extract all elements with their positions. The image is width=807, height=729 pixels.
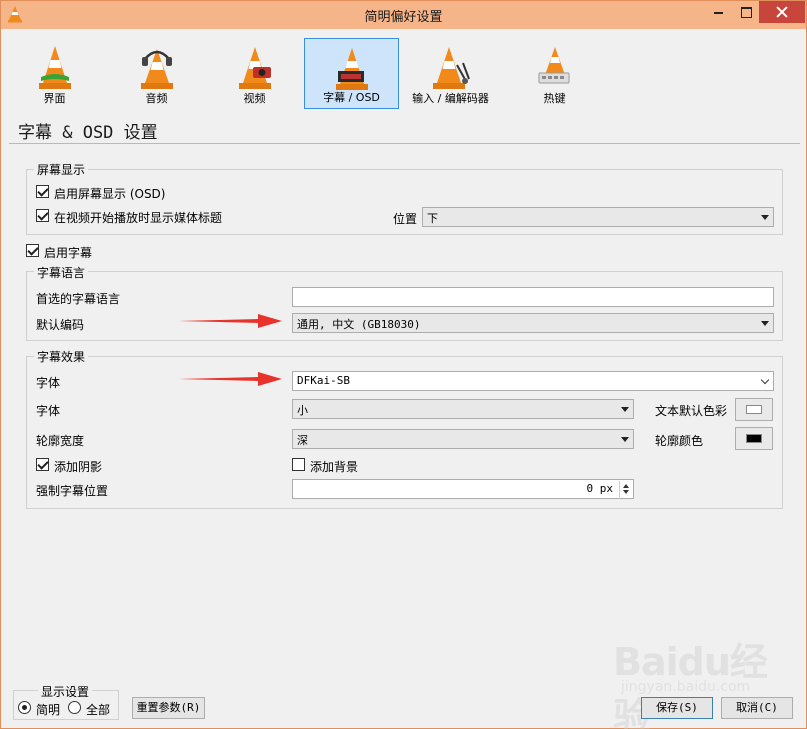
text-color-button[interactable] xyxy=(735,398,773,421)
enable-osd-checkbox[interactable] xyxy=(36,185,49,198)
show-title-checkbox[interactable] xyxy=(36,209,49,222)
add-shadow-checkbox[interactable] xyxy=(36,458,49,471)
preferences-window: 简明偏好设置 界面 音频 视频 字幕 / OSD 输入 / 编解码器 热键 字幕… xyxy=(0,0,807,729)
subtitle-effects-title: 字幕效果 xyxy=(34,348,89,365)
section-divider xyxy=(9,143,800,144)
enable-osd-label: 启用屏幕显示 (OSD) xyxy=(54,187,166,201)
category-audio[interactable]: 音频 xyxy=(109,38,204,109)
category-label: 输入 / 编解码器 xyxy=(412,92,489,105)
force-position-label: 强制字幕位置 xyxy=(36,484,109,498)
default-encoding-dropdown[interactable]: 通用, 中文 (GB18030) xyxy=(292,313,774,333)
enable-subtitles-checkbox[interactable] xyxy=(26,244,39,257)
watermark-subtext: jingyan.baidu.com xyxy=(621,679,751,695)
font-label: 字体 xyxy=(36,376,61,390)
text-color-swatch xyxy=(746,405,762,414)
position-dropdown[interactable]: 下 xyxy=(422,207,774,227)
window-title: 简明偏好设置 xyxy=(364,10,443,25)
default-encoding-label: 默认编码 xyxy=(36,318,85,332)
reset-button[interactable]: 重置参数(R) xyxy=(132,697,205,719)
add-background-checkbox[interactable] xyxy=(292,458,305,471)
hotkeys-cone-icon xyxy=(538,47,569,84)
text-color-label: 文本默认色彩 xyxy=(655,404,728,418)
dropdown-arrow-icon xyxy=(761,215,769,220)
cancel-button[interactable]: 取消(C) xyxy=(721,697,793,719)
title-bar: 简明偏好设置 xyxy=(1,1,806,29)
category-interface[interactable]: 界面 xyxy=(7,38,102,109)
dropdown-arrow-icon xyxy=(761,321,769,326)
show-title-label: 在视频开始播放时显示媒体标题 xyxy=(54,211,223,225)
display-settings-title: 显示设置 xyxy=(38,683,93,700)
font-size-label: 字体 xyxy=(36,404,61,418)
force-position-spinbox[interactable]: 0 px xyxy=(292,479,634,499)
annotation-arrow-icon xyxy=(178,372,282,386)
add-background-label: 添加背景 xyxy=(310,460,359,474)
spin-buttons[interactable] xyxy=(619,481,632,497)
category-label: 界面 xyxy=(43,92,66,105)
simple-label: 简明 xyxy=(36,703,61,717)
category-subtitle-osd[interactable]: 字幕 / OSD xyxy=(304,38,399,109)
annotation-arrow-icon xyxy=(178,314,282,328)
category-label: 视频 xyxy=(243,92,266,105)
category-label: 热键 xyxy=(543,92,566,105)
minimize-button[interactable] xyxy=(704,1,732,23)
font-size-value: 小 xyxy=(297,404,308,417)
force-position-value: 0 px xyxy=(586,482,614,495)
close-button[interactable] xyxy=(759,1,805,23)
position-label: 位置 xyxy=(393,212,418,226)
interface-cone-icon xyxy=(38,46,71,89)
spin-up-icon xyxy=(623,484,629,488)
dropdown-arrow-icon xyxy=(621,437,629,442)
preferred-language-label: 首选的字幕语言 xyxy=(36,292,121,306)
preferred-language-input[interactable] xyxy=(292,287,774,307)
outline-width-value: 深 xyxy=(297,434,308,447)
video-cone-icon xyxy=(238,47,271,89)
audio-cone-icon xyxy=(140,49,173,89)
outline-color-label: 轮廓颜色 xyxy=(655,434,704,448)
all-label: 全部 xyxy=(86,703,111,717)
category-label: 音频 xyxy=(145,92,168,105)
category-video[interactable]: 视频 xyxy=(207,38,302,109)
chevron-down-icon xyxy=(760,375,770,385)
input-codec-cone-icon xyxy=(432,47,470,89)
all-radio[interactable] xyxy=(68,701,81,714)
section-title: 字幕 & OSD 设置 xyxy=(18,123,158,143)
category-label: 字幕 / OSD xyxy=(323,91,380,104)
save-button[interactable]: 保存(S) xyxy=(641,697,713,719)
outline-width-label: 轮廓宽度 xyxy=(36,434,85,448)
font-size-dropdown[interactable]: 小 xyxy=(292,399,634,419)
enable-subtitles-label: 启用字幕 xyxy=(44,246,93,260)
position-value: 下 xyxy=(427,212,438,225)
spin-down-icon xyxy=(623,490,629,494)
simple-radio[interactable] xyxy=(18,701,31,714)
subtitle-language-title: 字幕语言 xyxy=(34,264,89,281)
subtitle-osd-cone-icon xyxy=(335,48,368,90)
baidu-watermark: Baidu经验 jingyan.baidu.com xyxy=(613,631,783,729)
outline-width-dropdown[interactable]: 深 xyxy=(292,429,634,449)
default-encoding-value: 通用, 中文 (GB18030) xyxy=(297,318,421,331)
category-input-codec[interactable]: 输入 / 编解码器 xyxy=(403,38,498,109)
osd-group-title: 屏幕显示 xyxy=(34,161,89,178)
add-shadow-label: 添加阴影 xyxy=(54,460,103,474)
outline-color-swatch xyxy=(746,434,762,443)
maximize-button[interactable] xyxy=(732,1,759,23)
font-value: DFKai-SB xyxy=(297,374,350,387)
dropdown-arrow-icon xyxy=(621,407,629,412)
font-dropdown[interactable]: DFKai-SB xyxy=(292,371,774,391)
category-hotkeys[interactable]: 热键 xyxy=(507,38,602,109)
outline-color-button[interactable] xyxy=(735,427,773,450)
